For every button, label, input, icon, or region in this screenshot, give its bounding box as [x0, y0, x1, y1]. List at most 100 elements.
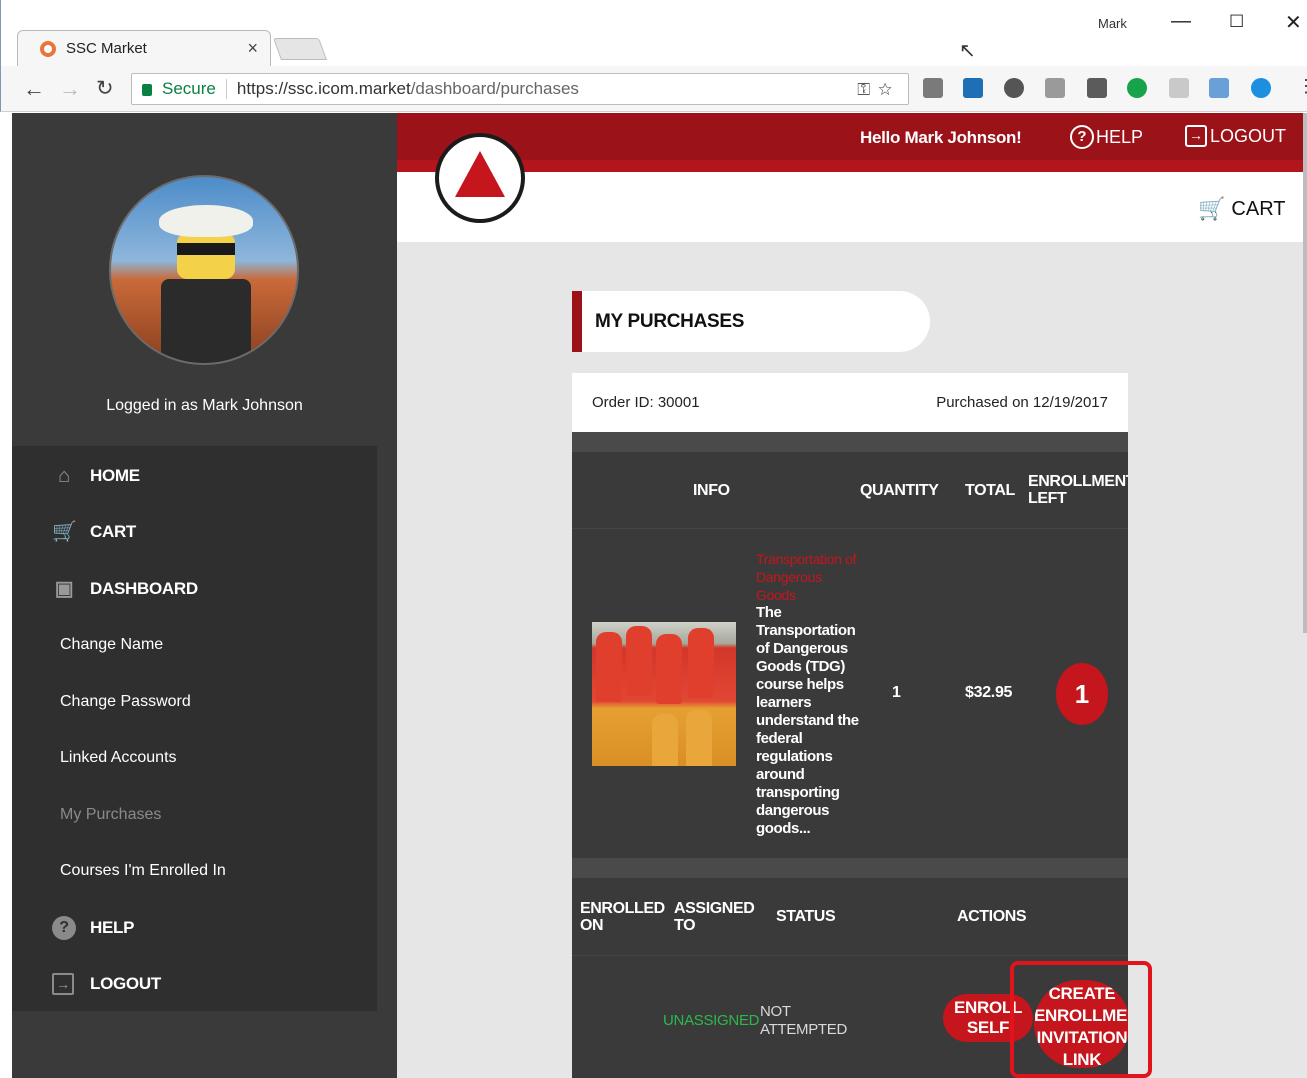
greeting-prefix: Hello — [860, 128, 905, 147]
highlight-box — [1010, 961, 1152, 1078]
url-host: https://ssc.icom.market — [236, 79, 411, 98]
site-header — [397, 172, 1307, 242]
window-user-label: Mark — [1098, 16, 1127, 31]
close-window-icon[interactable]: ✕ — [1285, 10, 1302, 35]
sidebar-item-linked-accounts[interactable]: Linked Accounts — [12, 730, 377, 786]
tab-title: SSC Market — [66, 40, 147, 57]
cart-icon: 🛒 — [52, 521, 77, 543]
tab-close-icon[interactable]: × — [247, 38, 258, 59]
course-thumbnail[interactable] — [592, 622, 736, 766]
back-icon[interactable]: ← — [23, 76, 45, 102]
mouse-cursor-icon: ↖ — [959, 40, 976, 62]
sidebar-item-home[interactable]: ⌂ HOME — [12, 448, 377, 504]
ssc-logo[interactable] — [435, 133, 525, 223]
column-enrolled-on: ENROLLED ON — [580, 900, 665, 934]
url-path: /dashboard/purchases — [410, 79, 579, 98]
column-info: INFO — [693, 482, 730, 499]
item-total: $32.95 — [965, 684, 1013, 701]
forward-icon[interactable]: → — [59, 76, 81, 102]
secure-label: Secure — [162, 79, 216, 98]
greeting-name: Mark Johnson! — [904, 128, 1022, 147]
new-tab-button[interactable] — [272, 38, 328, 60]
reload-icon[interactable]: ↻ — [96, 76, 114, 101]
home-icon: ⌂ — [58, 465, 70, 487]
thumbnail-cylinder — [656, 634, 682, 704]
sidebar-item-label: HELP — [90, 918, 135, 937]
sidebar-item-change-name[interactable]: Change Name — [12, 617, 377, 673]
sidebar-item-label: Linked Accounts — [60, 749, 177, 766]
extension-download-icon[interactable] — [1045, 78, 1065, 98]
sidebar-item-cart[interactable]: 🛒 CART — [12, 504, 377, 560]
address-bar[interactable]: Secure https://ssc.icom.market/dashboard… — [131, 73, 909, 105]
column-assigned-to: ASSIGNED TO — [674, 900, 755, 934]
browser-menu-icon[interactable]: ⋮ — [1297, 76, 1307, 97]
item-quantity: 1 — [892, 684, 901, 701]
row-divider — [572, 528, 1128, 529]
sidebar-item-my-purchases[interactable]: My Purchases — [12, 787, 377, 843]
sidebar-item-dashboard[interactable]: ▣ DASHBOARD — [12, 561, 377, 617]
sidebar-item-label: HOME — [90, 466, 140, 485]
column-total: TOTAL — [965, 482, 1015, 499]
maximize-icon[interactable]: ☐ — [1229, 12, 1244, 32]
course-name-link[interactable]: Transportation of Dangerous Goods — [756, 550, 860, 604]
extension-cloud-icon[interactable] — [1251, 78, 1271, 98]
sidebar-item-courses-enrolled[interactable]: Courses I'm Enrolled In — [12, 843, 377, 899]
table-band — [572, 858, 1128, 878]
column-status: STATUS — [776, 908, 836, 925]
logout-icon: → — [1185, 125, 1207, 147]
dashboard-icon: ▣ — [54, 578, 74, 600]
key-icon[interactable]: ⚿ — [857, 80, 878, 99]
greeting: Hello Mark Johnson! — [860, 128, 1022, 148]
extension-filter-icon[interactable] — [1209, 78, 1229, 98]
header-cart-label: CART — [1231, 197, 1286, 220]
extension-s-icon[interactable] — [963, 78, 983, 98]
header-help-link[interactable]: ? HELP — [1070, 125, 1143, 149]
extension-recycle-icon[interactable] — [923, 78, 943, 98]
assignment-status: UNASSIGNED — [663, 1012, 760, 1029]
header-logout-label: LOGOUT — [1210, 125, 1287, 146]
top-bar-accent-strip — [397, 160, 1307, 172]
row-divider — [572, 955, 1128, 956]
header-logout-link[interactable]: → LOGOUT — [1185, 125, 1286, 147]
bookmark-star-icon[interactable]: ☆ — [878, 80, 900, 99]
minimize-icon[interactable]: — — [1171, 10, 1191, 33]
extension-eye-icon[interactable] — [1004, 78, 1024, 98]
logged-in-label: Logged in as Mark Johnson — [106, 397, 303, 414]
thumbnail-cylinder — [626, 626, 652, 696]
thumbnail-cylinder — [686, 710, 712, 766]
column-quantity: QUANTITY — [860, 482, 939, 499]
header-cart-link[interactable]: 🛒 CART — [1198, 196, 1286, 222]
course-description: The Transportation of Dangerous Goods (T… — [756, 604, 859, 837]
sidebar-item-label: Change Password — [60, 693, 191, 710]
enrollments-left-badge: 1 — [1056, 663, 1108, 725]
avatar-figure-mask — [177, 243, 235, 255]
browser-tab[interactable]: SSC Market × — [17, 30, 271, 66]
extension-square-icon[interactable] — [1087, 78, 1107, 98]
order-id: Order ID: 30001 — [592, 394, 700, 411]
extension-r-icon[interactable] — [1169, 78, 1189, 98]
thumbnail-cylinder — [596, 632, 622, 702]
sidebar: Logged in as Mark Johnson ⌂ HOME 🛒 CART … — [12, 113, 397, 1078]
enrollment-status: NOT ATTEMPTED — [760, 1003, 848, 1038]
secure-indicator[interactable]: Secure — [132, 79, 227, 99]
omnibox-icons: ⚿☆ — [857, 80, 900, 100]
extension-grammarly-icon[interactable] — [1127, 78, 1147, 98]
sidebar-item-change-password[interactable]: Change Password — [12, 674, 377, 730]
sidebar-item-help[interactable]: ? HELP — [12, 900, 377, 956]
logout-icon: → — [52, 973, 74, 995]
sidebar-item-label: Change Name — [60, 636, 164, 653]
sidebar-item-label: CART — [90, 522, 137, 541]
thumbnail-cylinder — [652, 714, 678, 766]
sidebar-item-logout[interactable]: → LOGOUT — [12, 956, 377, 1012]
cart-icon: 🛒 — [1198, 196, 1226, 221]
sidebar-item-label: Courses I'm Enrolled In — [60, 862, 226, 879]
avatar-figure-hat — [159, 205, 253, 237]
browser-toolbar: ← → ↻ Secure https://ssc.icom.market/das… — [0, 66, 1307, 112]
page-scrollbar[interactable] — [1303, 113, 1307, 633]
sidebar-menu: ⌂ HOME 🛒 CART ▣ DASHBOARD Change Name Ch… — [12, 446, 377, 1011]
browser-titlebar: SSC Market × ↖ Mark — ☐ ✕ — [0, 0, 1307, 66]
sidebar-item-label: DASHBOARD — [90, 579, 198, 598]
avatar[interactable] — [109, 175, 299, 365]
sidebar-item-label: My Purchases — [60, 806, 162, 823]
page-title: MY PURCHASES — [572, 291, 930, 352]
